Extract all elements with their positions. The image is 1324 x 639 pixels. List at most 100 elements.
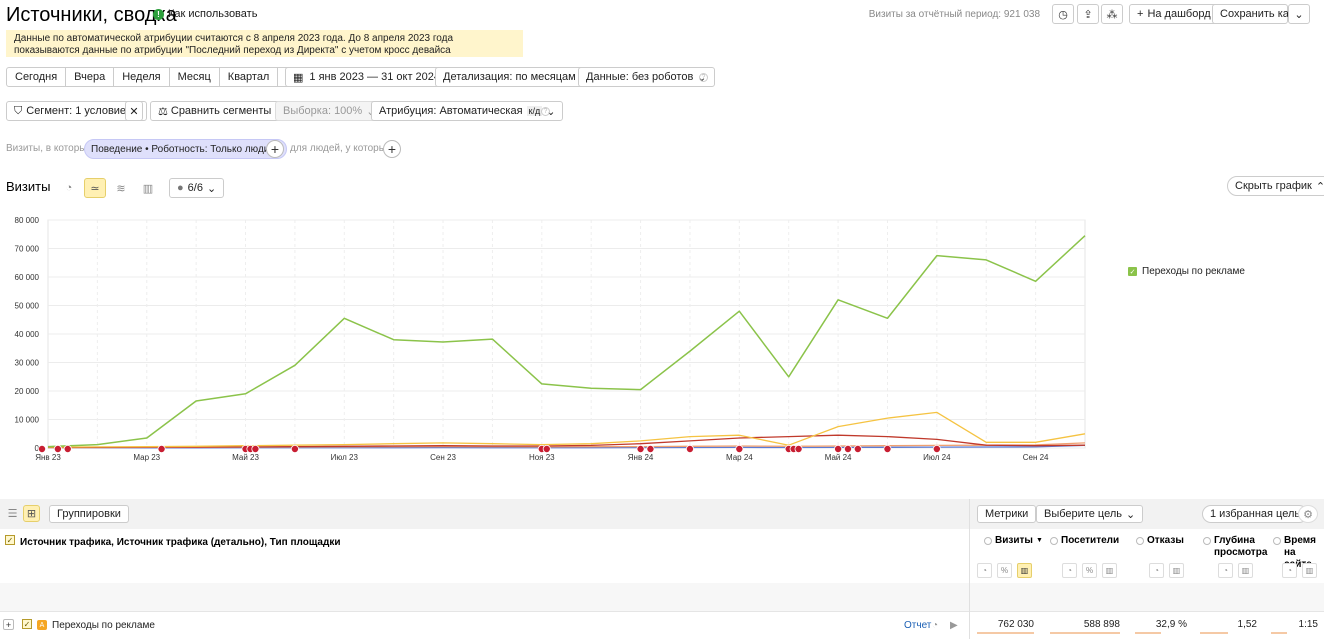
radio-icon	[1273, 537, 1281, 545]
share-icon: ⁂	[1106, 8, 1118, 21]
pie-chart-icon[interactable]: ◔	[1218, 563, 1233, 578]
dimension-header: Источник трафика, Источник трафика (дета…	[20, 537, 341, 548]
cell-depth: 1,52	[1237, 619, 1257, 630]
column-visitors[interactable]: Посетители	[1050, 535, 1119, 547]
pie-chart-icon[interactable]: ◔	[1282, 563, 1297, 578]
x-tick-label: Июл 23	[331, 453, 359, 462]
data-filter-select[interactable]: Данные: без роботов ⌄	[578, 67, 715, 87]
export-button[interactable]: ⇪	[1077, 4, 1099, 24]
bar-chart-icon[interactable]: ▥	[1017, 563, 1032, 578]
how-to-use-label: Как использовать	[168, 8, 258, 20]
save-as-button[interactable]: Сохранить как	[1212, 4, 1294, 24]
comment-icon: ●	[177, 182, 184, 194]
x-tick-label: Июл 24	[923, 453, 951, 462]
chevron-down-icon: ⌄	[1125, 508, 1136, 521]
x-tick-label: Сен 24	[1023, 453, 1049, 462]
list-view-icon[interactable]: ☰	[4, 505, 21, 522]
goal-select[interactable]: Выберите цель ⌄	[1036, 505, 1144, 523]
bounce-share-bar	[1135, 632, 1161, 634]
period-week[interactable]: Неделя	[114, 67, 170, 87]
row-checkbox[interactable]: ✓	[22, 619, 32, 629]
area-chart-icon[interactable]: ≋	[110, 178, 132, 198]
line-chart-icon[interactable]: ≃	[84, 178, 106, 198]
help-icon[interactable]: ?	[541, 107, 550, 116]
metrics-button[interactable]: Метрики	[977, 505, 1037, 523]
percent-icon[interactable]: %	[1082, 563, 1097, 578]
pie-chart-icon[interactable]: ◔	[932, 620, 938, 631]
bar-chart-icon[interactable]: ▥	[1169, 563, 1184, 578]
compare-segments-button[interactable]: ⚖ Сравнить сегменты ⌄	[150, 101, 293, 121]
column-bounce[interactable]: Отказы	[1136, 535, 1184, 547]
x-tick-label: Май 24	[825, 453, 852, 462]
y-tick-label: 80 000	[15, 216, 40, 225]
annotations-count: 6/6	[187, 182, 203, 194]
annotation-marker	[53, 444, 62, 453]
groupings-button[interactable]: Группировки	[49, 505, 129, 523]
pie-chart-icon[interactable]: ◔	[58, 178, 80, 198]
bar-chart-icon[interactable]: ▥	[1102, 563, 1117, 578]
ad-source-icon: A	[37, 620, 47, 630]
filter-icon: ⛉	[14, 104, 23, 117]
attribution-select[interactable]: Атрибуция: Автоматическая к/д ⌄	[371, 101, 564, 121]
favorite-goal-button[interactable]: 1 избранная цель	[1202, 505, 1309, 523]
gear-icon[interactable]: ⚙	[1298, 505, 1318, 523]
period-quarter[interactable]: Квартал	[219, 67, 279, 87]
people-where-label: для людей, у которых	[290, 143, 391, 154]
sample-select[interactable]: Выборка: 100% ⌄	[275, 101, 384, 121]
add-people-filter-button[interactable]: +	[383, 140, 401, 158]
add-to-dashboard-button[interactable]: + На дашборд	[1129, 4, 1219, 24]
legend-item[interactable]: ✓ Переходы по рекламе	[1128, 266, 1245, 277]
x-tick-label: Янв 23	[35, 453, 61, 462]
bar-chart-icon[interactable]: ▥	[1302, 563, 1317, 578]
annotation-marker	[735, 444, 744, 453]
annotation-marker	[636, 444, 645, 453]
pie-chart-icon[interactable]: ◔	[1062, 563, 1077, 578]
report-link[interactable]: Отчет	[904, 620, 931, 631]
chevron-down-icon: ⌄	[206, 182, 217, 195]
period-today[interactable]: Сегодня	[6, 67, 67, 87]
pie-chart-icon[interactable]: ◔	[977, 563, 992, 578]
column-bounce-label: Отказы	[1147, 535, 1184, 546]
clear-segment-button[interactable]: ✕	[125, 101, 143, 121]
how-to-use-link[interactable]: ! Как использовать	[153, 8, 257, 20]
detail-select[interactable]: Детализация: по месяцам ⌄	[435, 67, 597, 87]
play-icon[interactable]: ▶	[950, 620, 958, 631]
period-yesterday[interactable]: Вчера	[66, 67, 115, 87]
visits-line-chart: 010 00020 00030 00040 00050 00060 00070 …	[15, 216, 1086, 462]
save-as-dropdown[interactable]: ⌄	[1288, 4, 1310, 24]
add-visit-filter-button[interactable]: +	[266, 140, 284, 158]
column-visits[interactable]: Визиты ▼	[984, 535, 1043, 547]
annotations-toggle[interactable]: ● 6/6 ⌄	[169, 178, 225, 198]
filter-chip[interactable]: Поведение • Роботность: Только люди ×	[84, 139, 288, 159]
bar-chart-icon[interactable]: ▥	[1238, 563, 1253, 578]
annotation-marker	[932, 444, 941, 453]
annotation-marker	[834, 444, 843, 453]
page-title: Источники, сводка	[6, 4, 177, 26]
dimension-checkbox[interactable]: ✓	[5, 535, 15, 545]
history-button[interactable]: ◷	[1052, 4, 1074, 24]
column-depth[interactable]: Глубина просмотра	[1203, 535, 1269, 559]
y-tick-label: 70 000	[15, 245, 40, 254]
date-range-picker[interactable]: ▦ 1 янв 2023 — 31 окт 2024	[285, 67, 449, 87]
sample-label: Выборка: 100%	[283, 105, 363, 117]
column-visitors-label: Посетители	[1061, 535, 1120, 546]
time-share-bar	[1271, 632, 1287, 634]
cell-visitors: 588 898	[1083, 619, 1120, 630]
segment-label: Сегмент: 1 условие	[26, 105, 127, 117]
help-icon[interactable]: ?	[699, 73, 708, 82]
percent-icon[interactable]: %	[997, 563, 1012, 578]
row-label: Переходы по рекламе	[52, 620, 155, 631]
bar-chart-icon[interactable]: ▥	[137, 178, 159, 198]
expand-row-button[interactable]: +	[3, 619, 14, 630]
calendar-icon: ▦	[293, 71, 304, 84]
pie-chart-icon[interactable]: ◔	[1149, 563, 1164, 578]
visits-where-label: Визиты, в которых	[6, 143, 92, 154]
tree-view-icon[interactable]: ⊞	[23, 505, 40, 522]
period-month[interactable]: Месяц	[169, 67, 220, 87]
share-button[interactable]: ⁂	[1101, 4, 1123, 24]
x-tick-label: Мар 23	[133, 453, 160, 462]
hide-chart-button[interactable]: Скрыть график ⌃	[1227, 176, 1324, 196]
annotation-marker	[794, 444, 803, 453]
sort-desc-icon: ▼	[1035, 537, 1043, 544]
radio-icon	[984, 537, 992, 545]
